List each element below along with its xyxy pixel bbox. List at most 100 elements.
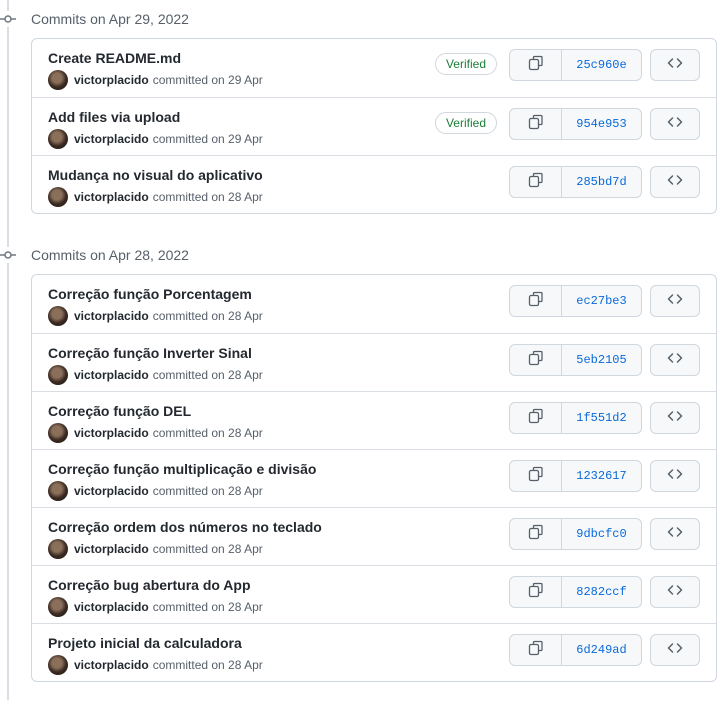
copy-sha-button[interactable]: [510, 635, 562, 665]
browse-repo-button[interactable]: [650, 460, 700, 492]
commit-date-text: committed on 28 Apr: [152, 309, 263, 323]
commit-title-link[interactable]: Correção função Inverter Sinal: [48, 345, 252, 361]
author-link[interactable]: victorplacido: [74, 484, 149, 498]
copy-icon: [528, 408, 544, 429]
commit-title-link[interactable]: Create README.md: [48, 50, 181, 66]
code-icon: [667, 524, 683, 545]
commit-meta: victorplacido committed on 28 Apr: [48, 539, 263, 559]
commit-title-link[interactable]: Correção função multiplicação e divisão: [48, 461, 316, 477]
avatar[interactable]: [48, 187, 68, 207]
commit-date-text: committed on 29 Apr: [152, 132, 263, 146]
commit-sha-link[interactable]: 1232617: [562, 461, 641, 491]
copy-sha-button[interactable]: [510, 286, 562, 316]
commit-sha-link[interactable]: ec27be3: [562, 286, 641, 316]
avatar[interactable]: [48, 70, 68, 90]
commit-sha-link[interactable]: 285bd7d: [562, 167, 641, 197]
copy-sha-button[interactable]: [510, 403, 562, 433]
commit-sha-link[interactable]: 954e953: [562, 109, 641, 139]
author-link[interactable]: victorplacido: [74, 600, 149, 614]
avatar[interactable]: [48, 129, 68, 149]
code-icon: [667, 466, 683, 487]
copy-icon: [528, 524, 544, 545]
commit-title-link[interactable]: Add files via upload: [48, 109, 180, 125]
avatar[interactable]: [48, 539, 68, 559]
code-icon: [667, 291, 683, 312]
commit-date-text: committed on 29 Apr: [152, 73, 263, 87]
browse-repo-button[interactable]: [650, 108, 700, 140]
author-link[interactable]: victorplacido: [74, 542, 149, 556]
author-link[interactable]: victorplacido: [74, 426, 149, 440]
sha-button-group: ec27be3: [509, 285, 642, 317]
code-icon: [667, 582, 683, 603]
copy-sha-button[interactable]: [510, 519, 562, 549]
copy-icon: [528, 640, 544, 661]
commit-timeline: Commits on Apr 29, 2022 Create README.md v…: [0, 0, 724, 682]
copy-sha-button[interactable]: [510, 50, 562, 80]
browse-repo-button[interactable]: [650, 576, 700, 608]
sha-button-group: 6d249ad: [509, 634, 642, 666]
commit-group: Commits on Apr 28, 2022 Correção função P…: [0, 236, 724, 682]
avatar[interactable]: [48, 423, 68, 443]
copy-sha-button[interactable]: [510, 109, 562, 139]
commit-title-link[interactable]: Correção função Porcentagem: [48, 286, 252, 302]
commit-meta: victorplacido committed on 28 Apr: [48, 306, 263, 326]
author-link[interactable]: victorplacido: [74, 368, 149, 382]
commit-sha-link[interactable]: 8282ccf: [562, 577, 641, 607]
author-link[interactable]: victorplacido: [74, 658, 149, 672]
commit-title-link[interactable]: Correção ordem dos números no teclado: [48, 519, 322, 535]
commit-date-text: committed on 28 Apr: [152, 658, 263, 672]
avatar[interactable]: [48, 655, 68, 675]
avatar[interactable]: [48, 481, 68, 501]
avatar[interactable]: [48, 597, 68, 617]
browse-repo-button[interactable]: [650, 285, 700, 317]
commit-sha-link[interactable]: 9dbcfc0: [562, 519, 641, 549]
code-icon: [667, 640, 683, 661]
group-header: Commits on Apr 28, 2022: [0, 236, 724, 274]
commit-sha-link[interactable]: 6d249ad: [562, 635, 641, 665]
avatar[interactable]: [48, 306, 68, 326]
sha-button-group: 5eb2105: [509, 344, 642, 376]
commit-meta: victorplacido committed on 29 Apr: [48, 129, 263, 149]
group-date-label: Commits on Apr 29, 2022: [31, 11, 189, 27]
code-icon: [667, 55, 683, 76]
commit-list: Correção função Porcentagem victorplacido…: [31, 274, 717, 682]
verified-badge[interactable]: Verified: [434, 112, 497, 134]
group-date-label: Commits on Apr 28, 2022: [31, 247, 189, 263]
copy-icon: [528, 582, 544, 603]
group-header: Commits on Apr 29, 2022: [0, 0, 724, 38]
git-commit-icon: [0, 11, 16, 27]
commit-title-link[interactable]: Mudança no visual do aplicativo: [48, 167, 263, 183]
author-link[interactable]: victorplacido: [74, 309, 149, 323]
commit-sha-link[interactable]: 25c960e: [562, 50, 641, 80]
copy-icon: [528, 172, 544, 193]
sha-button-group: 9dbcfc0: [509, 518, 642, 550]
commit-title-link[interactable]: Correção bug abertura do App: [48, 577, 251, 593]
commit-sha-link[interactable]: 1f551d2: [562, 403, 641, 433]
commit-meta: victorplacido committed on 28 Apr: [48, 187, 263, 207]
commit-row: Correção função Inverter Sinal victorplac…: [32, 333, 716, 391]
verified-badge[interactable]: Verified: [434, 53, 497, 75]
browse-repo-button[interactable]: [650, 166, 700, 198]
commit-row: Correção bug abertura do App victorplacid…: [32, 565, 716, 623]
copy-icon: [528, 350, 544, 371]
browse-repo-button[interactable]: [650, 402, 700, 434]
sha-button-group: 285bd7d: [509, 166, 642, 198]
browse-repo-button[interactable]: [650, 49, 700, 81]
copy-sha-button[interactable]: [510, 577, 562, 607]
author-link[interactable]: victorplacido: [74, 73, 149, 87]
author-link[interactable]: victorplacido: [74, 190, 149, 204]
author-link[interactable]: victorplacido: [74, 132, 149, 146]
browse-repo-button[interactable]: [650, 518, 700, 550]
copy-sha-button[interactable]: [510, 345, 562, 375]
commit-title-link[interactable]: Projeto inicial da calculadora: [48, 635, 242, 651]
avatar[interactable]: [48, 365, 68, 385]
copy-sha-button[interactable]: [510, 167, 562, 197]
copy-sha-button[interactable]: [510, 461, 562, 491]
commit-sha-link[interactable]: 5eb2105: [562, 345, 641, 375]
browse-repo-button[interactable]: [650, 634, 700, 666]
browse-repo-button[interactable]: [650, 344, 700, 376]
commit-date-text: committed on 28 Apr: [152, 190, 263, 204]
commit-title-link[interactable]: Correção função DEL: [48, 403, 191, 419]
commit-group: Commits on Apr 29, 2022 Create README.md v…: [0, 0, 724, 214]
